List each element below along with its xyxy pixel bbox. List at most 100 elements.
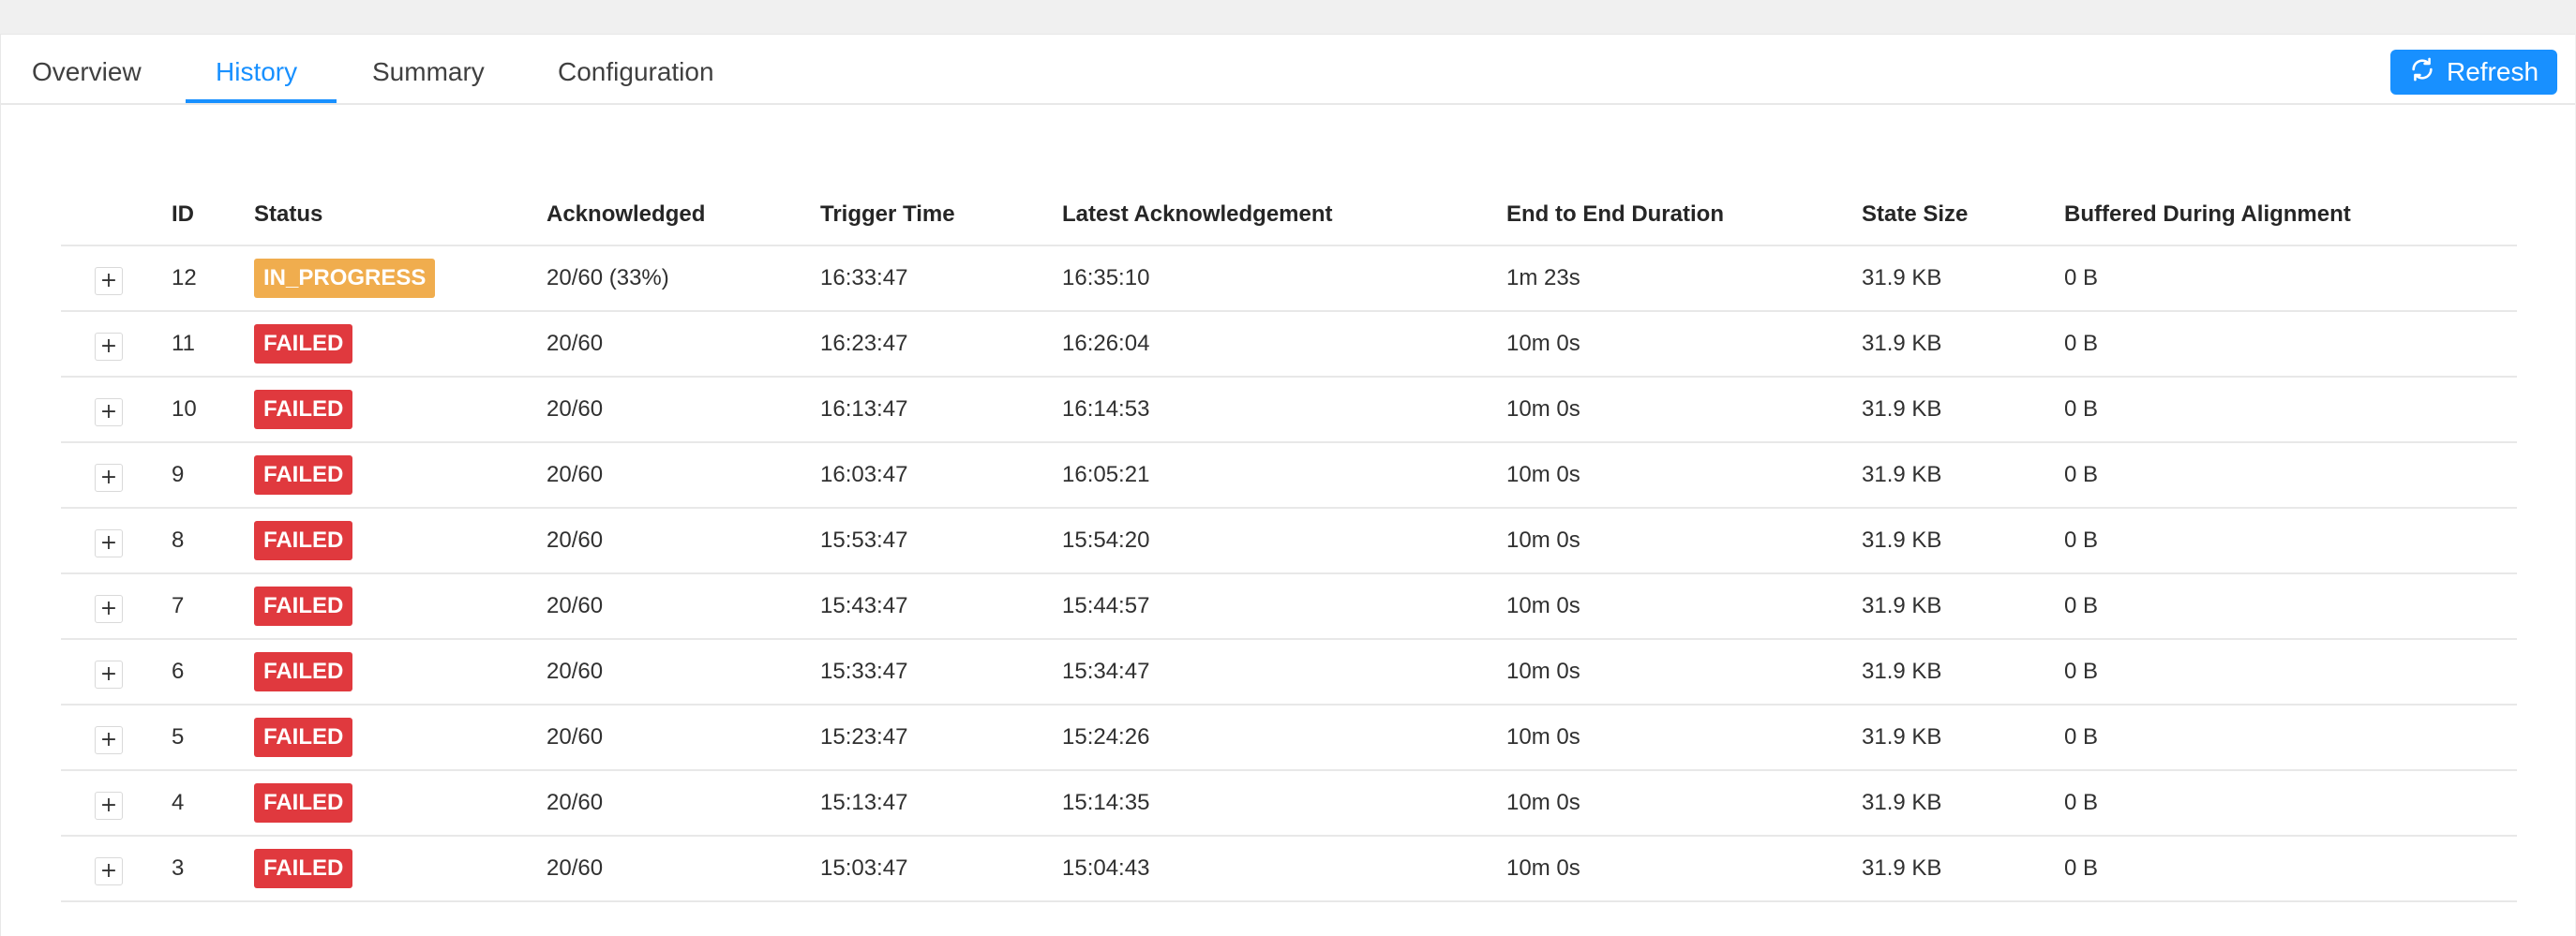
state-size-value: 31.9 KB — [1862, 855, 1942, 881]
acknowledged-value: 20/60 — [547, 462, 604, 487]
state-size-value: 31.9 KB — [1862, 265, 1942, 290]
checkpoint-id: 5 — [172, 724, 185, 750]
refresh-button[interactable]: Refresh — [2390, 50, 2557, 95]
state-size-value: 31.9 KB — [1862, 659, 1942, 684]
status-badge: IN_PROGRESS — [254, 259, 436, 298]
expand-row-button[interactable]: + — [95, 464, 123, 492]
trigger-time-value: 15:53:47 — [820, 527, 908, 553]
duration-value: 10m 0s — [1506, 527, 1580, 553]
table-row: + 11 FAILED 20/60 16:23:47 16:26:04 10m … — [61, 312, 2517, 378]
trigger-time-value: 15:33:47 — [820, 659, 908, 684]
expand-row-button[interactable]: + — [95, 333, 123, 361]
trigger-time-value: 16:03:47 — [820, 462, 908, 487]
trigger-time-value: 15:03:47 — [820, 855, 908, 881]
checkpoint-id: 4 — [172, 790, 185, 815]
buffered-value: 0 B — [2064, 462, 2099, 487]
status-badge: FAILED — [254, 455, 353, 495]
trigger-time-value: 15:13:47 — [820, 790, 908, 815]
duration-value: 10m 0s — [1506, 462, 1580, 487]
header-end-to-end-duration: End to End Duration — [1506, 201, 1724, 227]
checkpoint-id: 6 — [172, 659, 185, 684]
table-row: + 6 FAILED 20/60 15:33:47 15:34:47 10m 0… — [61, 640, 2517, 706]
table-row: + 3 FAILED 20/60 15:03:47 15:04:43 10m 0… — [61, 837, 2517, 902]
table-row: + 9 FAILED 20/60 16:03:47 16:05:21 10m 0… — [61, 443, 2517, 509]
latest-acknowledgement-value: 16:14:53 — [1062, 396, 1150, 422]
checkpoint-id: 3 — [172, 855, 185, 881]
checkpoint-id: 7 — [172, 593, 185, 618]
table-row: + 10 FAILED 20/60 16:13:47 16:14:53 10m … — [61, 378, 2517, 443]
buffered-value: 0 B — [2064, 790, 2099, 815]
latest-acknowledgement-value: 15:04:43 — [1062, 855, 1150, 881]
header-latest-acknowledgement: Latest Acknowledgement — [1062, 201, 1333, 227]
acknowledged-value: 20/60 (33%) — [547, 265, 669, 290]
state-size-value: 31.9 KB — [1862, 790, 1942, 815]
tab-summary[interactable]: Summary — [372, 57, 485, 87]
tab-bar: Overview History Summary Configuration R… — [1, 35, 2575, 105]
acknowledged-value: 20/60 — [547, 659, 604, 684]
expand-row-button[interactable]: + — [95, 398, 123, 426]
buffered-value: 0 B — [2064, 265, 2099, 290]
expand-row-button[interactable]: + — [95, 267, 123, 295]
buffered-value: 0 B — [2064, 331, 2099, 356]
buffered-value: 0 B — [2064, 659, 2099, 684]
tab-history[interactable]: History — [216, 57, 297, 87]
buffered-value: 0 B — [2064, 527, 2099, 553]
table-row: + 4 FAILED 20/60 15:13:47 15:14:35 10m 0… — [61, 771, 2517, 837]
duration-value: 10m 0s — [1506, 331, 1580, 356]
duration-value: 10m 0s — [1506, 659, 1580, 684]
acknowledged-value: 20/60 — [547, 790, 604, 815]
checkpoint-id: 9 — [172, 462, 185, 487]
header-status: Status — [254, 201, 323, 227]
state-size-value: 31.9 KB — [1862, 331, 1942, 356]
acknowledged-value: 20/60 — [547, 331, 604, 356]
header-state-size: State Size — [1862, 201, 1969, 227]
table-row: + 12 IN_PROGRESS 20/60 (33%) 16:33:47 16… — [61, 246, 2517, 312]
latest-acknowledgement-value: 16:26:04 — [1062, 331, 1150, 356]
status-badge: FAILED — [254, 849, 353, 888]
expand-row-button[interactable]: + — [95, 595, 123, 623]
expand-row-button[interactable]: + — [95, 792, 123, 820]
table-header: ID Status Acknowledged Trigger Time Late… — [61, 166, 2517, 246]
buffered-value: 0 B — [2064, 593, 2099, 618]
checkpoint-id: 12 — [172, 265, 197, 290]
latest-acknowledgement-value: 16:35:10 — [1062, 265, 1150, 290]
refresh-button-label: Refresh — [2446, 57, 2539, 86]
acknowledged-value: 20/60 — [547, 527, 604, 553]
buffered-value: 0 B — [2064, 724, 2099, 750]
checkpoint-id: 11 — [172, 331, 195, 356]
trigger-time-value: 16:23:47 — [820, 331, 908, 356]
duration-value: 10m 0s — [1506, 724, 1580, 750]
duration-value: 10m 0s — [1506, 855, 1580, 881]
expand-row-button[interactable]: + — [95, 661, 123, 689]
tab-overview[interactable]: Overview — [32, 57, 142, 87]
tab-configuration[interactable]: Configuration — [558, 57, 714, 87]
acknowledged-value: 20/60 — [547, 593, 604, 618]
refresh-icon — [2409, 56, 2435, 89]
trigger-time-value: 15:23:47 — [820, 724, 908, 750]
expand-row-button[interactable]: + — [95, 529, 123, 557]
checkpoint-history-table: ID Status Acknowledged Trigger Time Late… — [61, 166, 2517, 902]
expand-row-button[interactable]: + — [95, 857, 123, 885]
trigger-time-value: 16:13:47 — [820, 396, 908, 422]
status-badge: FAILED — [254, 783, 353, 823]
state-size-value: 31.9 KB — [1862, 593, 1942, 618]
acknowledged-value: 20/60 — [547, 396, 604, 422]
latest-acknowledgement-value: 15:34:47 — [1062, 659, 1150, 684]
latest-acknowledgement-value: 15:54:20 — [1062, 527, 1150, 553]
duration-value: 1m 23s — [1506, 265, 1580, 290]
buffered-value: 0 B — [2064, 396, 2099, 422]
state-size-value: 31.9 KB — [1862, 527, 1942, 553]
duration-value: 10m 0s — [1506, 593, 1580, 618]
table-row: + 7 FAILED 20/60 15:43:47 15:44:57 10m 0… — [61, 574, 2517, 640]
duration-value: 10m 0s — [1506, 396, 1580, 422]
acknowledged-value: 20/60 — [547, 724, 604, 750]
state-size-value: 31.9 KB — [1862, 396, 1942, 422]
acknowledged-value: 20/60 — [547, 855, 604, 881]
status-badge: FAILED — [254, 718, 353, 757]
status-badge: FAILED — [254, 521, 353, 560]
expand-row-button[interactable]: + — [95, 726, 123, 754]
latest-acknowledgement-value: 15:14:35 — [1062, 790, 1150, 815]
active-tab-indicator — [186, 99, 337, 103]
table-body: + 12 IN_PROGRESS 20/60 (33%) 16:33:47 16… — [61, 246, 2517, 902]
latest-acknowledgement-value: 15:24:26 — [1062, 724, 1150, 750]
